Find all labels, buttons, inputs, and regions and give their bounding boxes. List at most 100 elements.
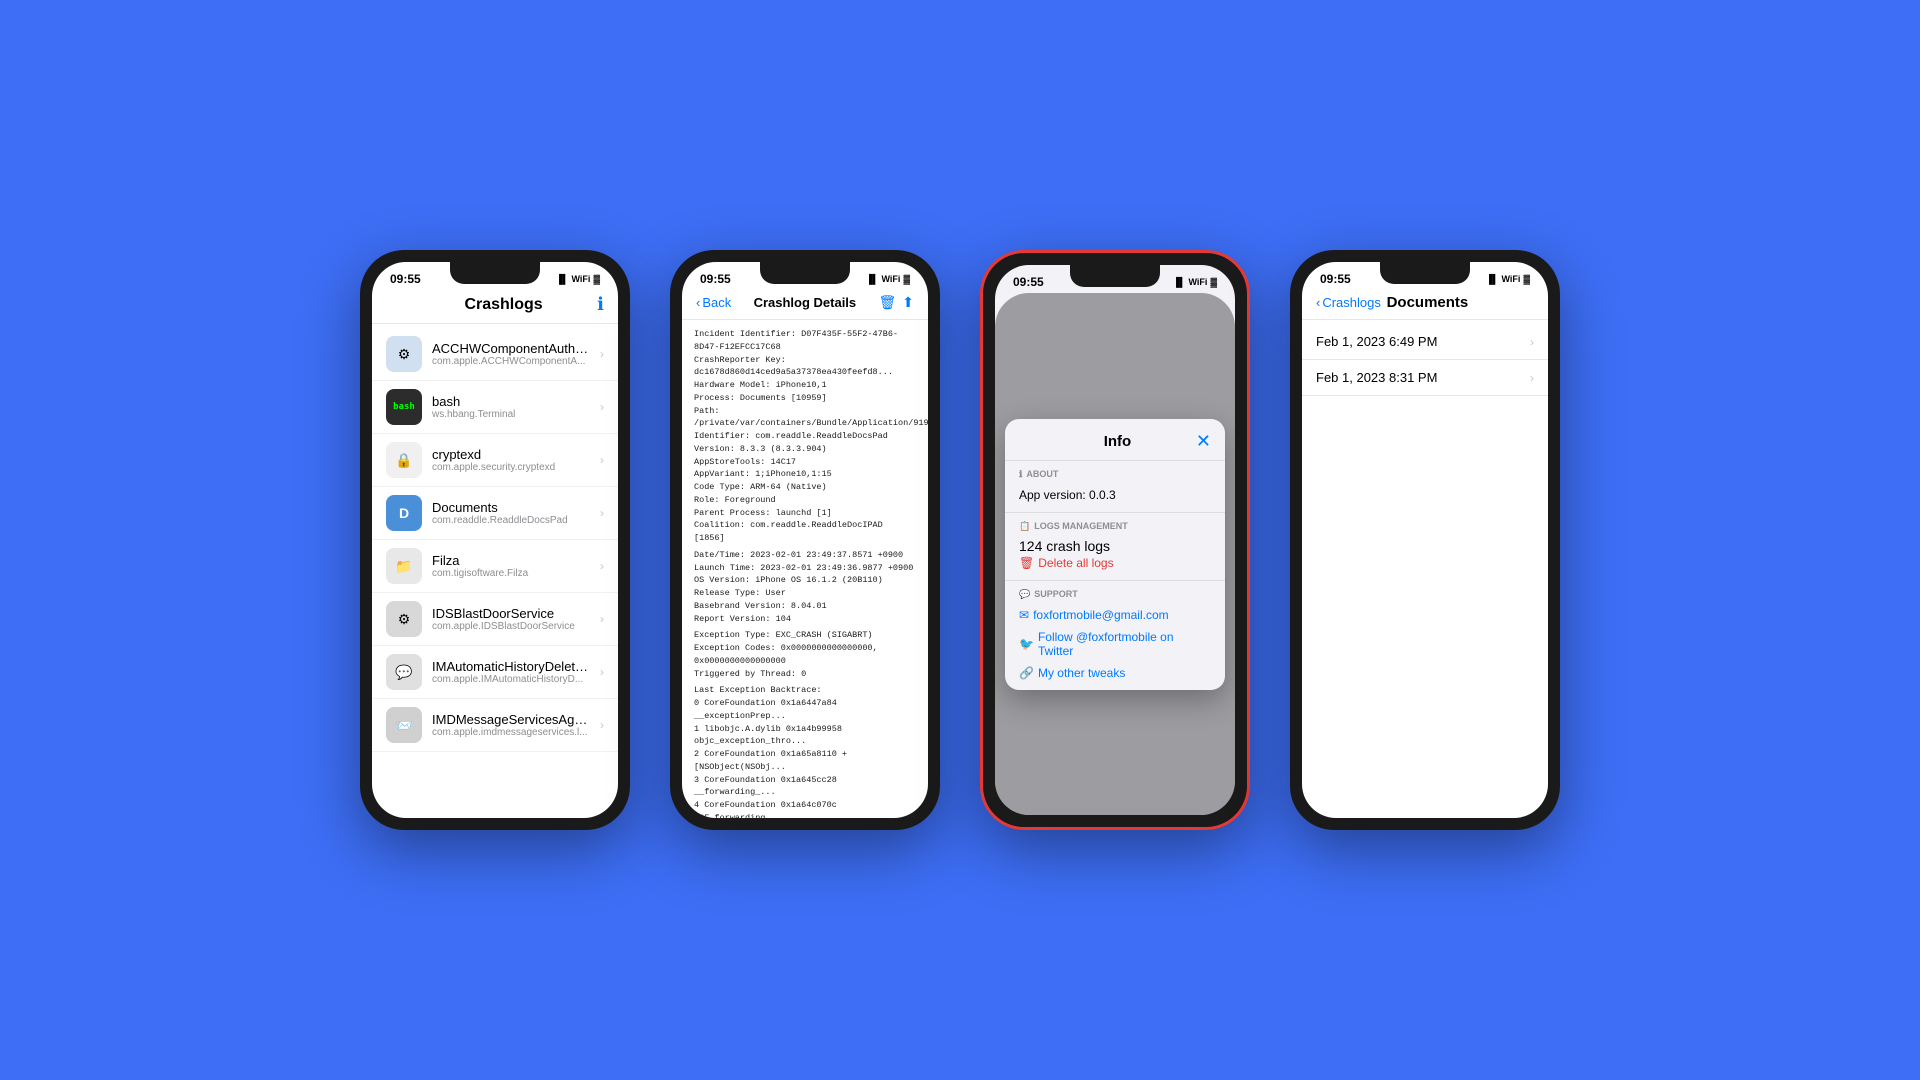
chevron-bash: › <box>600 400 604 414</box>
phone3-info-modal: 09:55 ▐▌ WiFi ▓ Info ✕ ℹ <box>980 250 1250 830</box>
app-bundle-cryptexd: com.apple.security.cryptexd <box>432 462 590 473</box>
logs-icon: 📋 <box>1019 521 1030 532</box>
wifi-icon-2: WiFi <box>882 274 901 284</box>
app-icon-documents: D <box>386 495 422 531</box>
app-icon-acchw: ⚙ <box>386 336 422 372</box>
chevron-cryptexd: › <box>600 453 604 467</box>
app-info-bash: bash ws.hbang.Terminal <box>432 394 590 420</box>
info-overlay: Info ✕ ℹ ABOUT App version: 0.0.3 <box>995 293 1235 815</box>
info-modal-title: Info <box>1039 433 1196 450</box>
phone2-crashlog-detail: 09:55 ▐▌ WiFi ▓ ‹ Back Crashlog Details … <box>670 250 940 830</box>
signal-icon-1: ▐▌ <box>556 274 569 284</box>
battery-icon-2: ▓ <box>903 274 910 284</box>
phone4-documents: 09:55 ▐▌ WiFi ▓ ‹ Crashlogs Documents Fe… <box>1290 250 1560 830</box>
notch1 <box>450 262 540 284</box>
info-icon-1[interactable]: ℹ <box>597 294 604 315</box>
info-section-about: ℹ ABOUT App version: 0.0.3 <box>1005 461 1225 513</box>
wifi-icon-3: WiFi <box>1189 277 1208 287</box>
app-info-ids: IDSBlastDoorService com.apple.IDSBlastDo… <box>432 606 590 632</box>
wifi-icon-4: WiFi <box>1502 274 1521 284</box>
app-info-imd: IMDMessageServicesAgent com.apple.imdmes… <box>432 712 590 738</box>
chevron-acchw: › <box>600 347 604 361</box>
app-name-im: IMAutomaticHistoryDeletion... <box>432 659 590 674</box>
other-tweaks-row[interactable]: 🔗 My other tweaks <box>1019 664 1211 682</box>
status-icons-2: ▐▌ WiFi ▓ <box>866 274 910 284</box>
info-section-logs: 📋 LOGS MANAGEMENT 124 crash logs 🗑 Delet… <box>1005 513 1225 581</box>
email-row[interactable]: ✉ foxfortmobile@gmail.com <box>1019 606 1211 624</box>
app-name-acchw: ACCHWComponentAuthSer... <box>432 341 590 356</box>
info-modal: Info ✕ ℹ ABOUT App version: 0.0.3 <box>1005 419 1225 690</box>
email-icon: ✉ <box>1019 608 1029 622</box>
app-item-documents[interactable]: D Documents com.readdle.ReaddleDocsPad › <box>372 487 618 540</box>
crash-detail-content: Incident Identifier: D07F435F-55F2-47B6-… <box>682 320 928 818</box>
app-icon-imd: 📨 <box>386 707 422 743</box>
notch3 <box>1070 265 1160 287</box>
status-time-2: 09:55 <box>700 272 731 286</box>
crash-logs-count: 124 crash logs <box>1019 538 1211 554</box>
app-bundle-filza: com.tigisoftware.Filza <box>432 568 590 579</box>
app-item-ids[interactable]: ⚙ IDSBlastDoorService com.apple.IDSBlast… <box>372 593 618 646</box>
app-item-imd[interactable]: 📨 IMDMessageServicesAgent com.apple.imdm… <box>372 699 618 752</box>
nav-bar-1: Crashlogs ℹ <box>372 290 618 324</box>
logs-label: 📋 LOGS MANAGEMENT <box>1019 521 1211 532</box>
back-button-4[interactable]: ‹ Crashlogs <box>1316 295 1381 310</box>
twitter-icon: 🐦 <box>1019 637 1034 651</box>
status-time-1: 09:55 <box>390 272 421 286</box>
content-2: Incident Identifier: D07F435F-55F2-47B6-… <box>682 320 928 818</box>
app-info-filza: Filza com.tigisoftware.Filza <box>432 553 590 579</box>
app-item-cryptexd[interactable]: 🔒 cryptexd com.apple.security.cryptexd › <box>372 434 618 487</box>
signal-icon-2: ▐▌ <box>866 274 879 284</box>
status-icons-3: ▐▌ WiFi ▓ <box>1173 277 1217 287</box>
nav-title-4: Documents <box>1381 294 1474 311</box>
signal-icon-4: ▐▌ <box>1486 274 1499 284</box>
delete-icon-2[interactable]: 🗑 <box>878 294 896 311</box>
phone1-crashlogs: 09:55 ▐▌ WiFi ▓ Crashlogs ℹ ⚙ ACCHWCompo… <box>360 250 630 830</box>
app-icon-filza: 📁 <box>386 548 422 584</box>
twitter-row[interactable]: 🐦 Follow @foxfortmobile on Twitter <box>1019 628 1211 660</box>
nav-bar-4: ‹ Crashlogs Documents <box>1302 290 1548 320</box>
chevron-filza: › <box>600 559 604 573</box>
app-info-acchw: ACCHWComponentAuthSer... com.apple.ACCHW… <box>432 341 590 367</box>
support-label: 💬 SUPPORT <box>1019 589 1211 600</box>
about-label: ℹ ABOUT <box>1019 469 1211 480</box>
status-time-4: 09:55 <box>1320 272 1351 286</box>
battery-icon-4: ▓ <box>1523 274 1530 284</box>
status-time-3: 09:55 <box>1013 275 1044 289</box>
app-icon-bash: bash <box>386 389 422 425</box>
app-info-cryptexd: cryptexd com.apple.security.cryptexd <box>432 447 590 473</box>
doc-chevron-2: › <box>1530 371 1534 385</box>
doc-item-1[interactable]: Feb 1, 2023 6:49 PM › <box>1302 324 1548 360</box>
share-icon-2[interactable]: ⬆ <box>902 294 914 311</box>
app-item-im[interactable]: 💬 IMAutomaticHistoryDeletion... com.appl… <box>372 646 618 699</box>
doc-list: Feb 1, 2023 6:49 PM › Feb 1, 2023 8:31 P… <box>1302 320 1548 400</box>
info-modal-header: Info ✕ <box>1005 419 1225 461</box>
app-item-acchw[interactable]: ⚙ ACCHWComponentAuthSer... com.apple.ACC… <box>372 328 618 381</box>
app-icon-ids: ⚙ <box>386 601 422 637</box>
info-section-support: 💬 SUPPORT ✉ foxfortmobile@gmail.com 🐦 Fo… <box>1005 581 1225 690</box>
close-button[interactable]: ✕ <box>1196 431 1211 452</box>
nav-title-2: Crashlog Details <box>731 295 878 310</box>
doc-date-1: Feb 1, 2023 6:49 PM <box>1316 334 1437 349</box>
back-button-2[interactable]: ‹ Back <box>696 295 731 310</box>
app-icon-im: 💬 <box>386 654 422 690</box>
app-icon-cryptexd: 🔒 <box>386 442 422 478</box>
doc-item-2[interactable]: Feb 1, 2023 8:31 PM › <box>1302 360 1548 396</box>
app-name-documents: Documents <box>432 500 590 515</box>
app-item-bash[interactable]: bash bash ws.hbang.Terminal › <box>372 381 618 434</box>
battery-icon-3: ▓ <box>1210 277 1217 287</box>
status-icons-4: ▐▌ WiFi ▓ <box>1486 274 1530 284</box>
battery-icon-1: ▓ <box>593 274 600 284</box>
content-4: Feb 1, 2023 6:49 PM › Feb 1, 2023 8:31 P… <box>1302 320 1548 818</box>
nav-bar-2: ‹ Back Crashlog Details 🗑 ⬆ <box>682 290 928 320</box>
notch2 <box>760 262 850 284</box>
chevron-imd: › <box>600 718 604 732</box>
content-3: Info ✕ ℹ ABOUT App version: 0.0.3 <box>995 293 1235 815</box>
delete-all-logs-row[interactable]: 🗑 Delete all logs <box>1019 554 1211 572</box>
support-icon: 💬 <box>1019 589 1030 600</box>
app-name-ids: IDSBlastDoorService <box>432 606 590 621</box>
chevron-ids: › <box>600 612 604 626</box>
app-name-bash: bash <box>432 394 590 409</box>
about-icon: ℹ <box>1019 469 1022 480</box>
status-icons-1: ▐▌ WiFi ▓ <box>556 274 600 284</box>
app-item-filza[interactable]: 📁 Filza com.tigisoftware.Filza › <box>372 540 618 593</box>
